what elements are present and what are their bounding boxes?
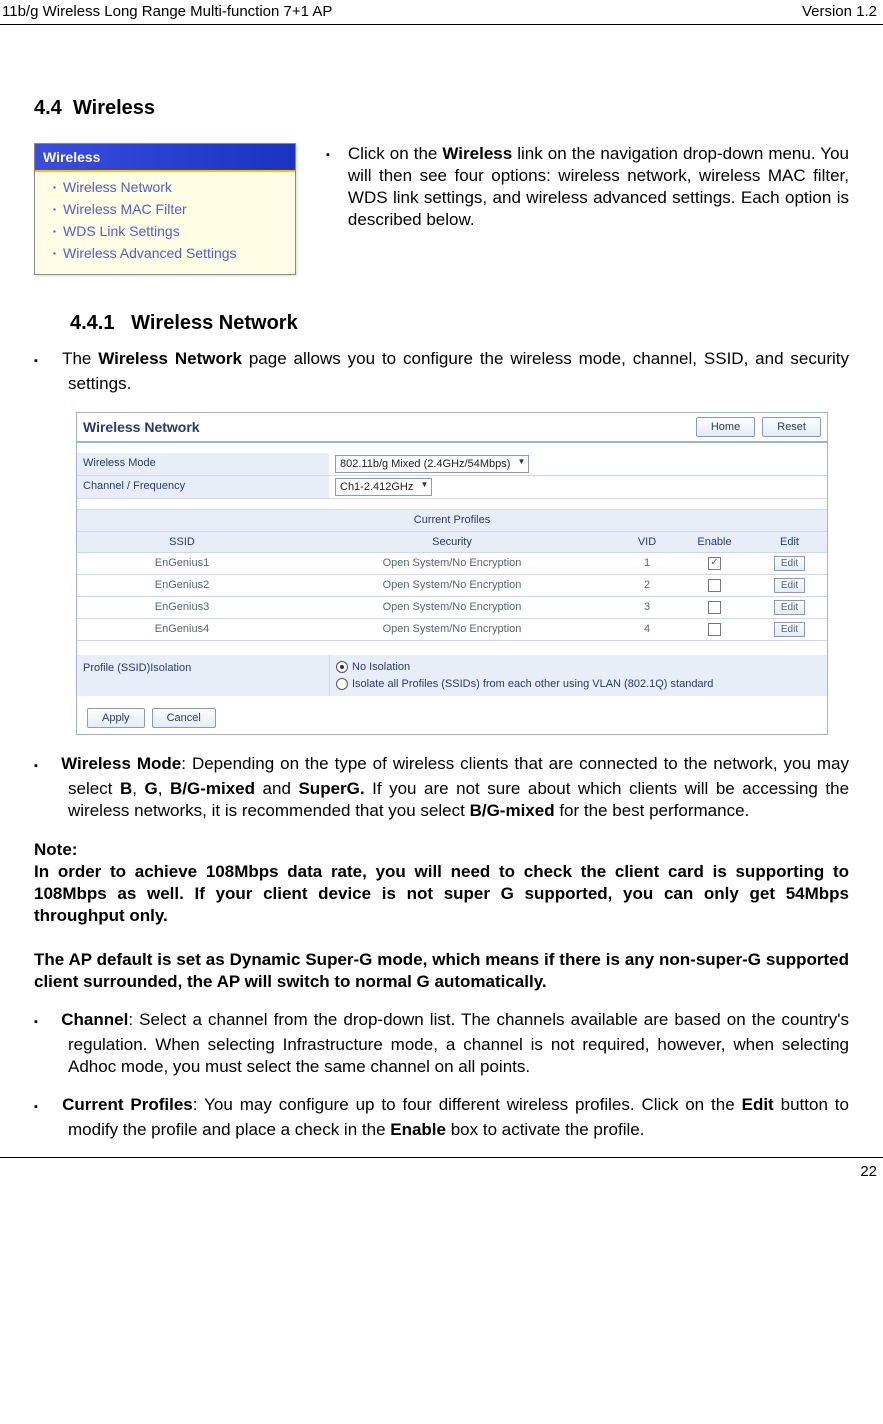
ssid-isolation-label: Profile (SSID)Isolation	[77, 655, 329, 696]
enable-checkbox[interactable]	[708, 601, 721, 614]
isolate-all-radio[interactable]	[336, 678, 348, 690]
note-label: Note:	[34, 839, 849, 861]
cp-t3: box to activate the profile.	[446, 1120, 644, 1139]
no-isolation-text: No Isolation	[352, 661, 410, 673]
table-row: EnGenius2 Open System/No Encryption 2 Ed…	[77, 575, 827, 597]
cell-vid: 3	[617, 597, 677, 619]
col-vid: VID	[617, 532, 677, 553]
table-row: EnGenius1 Open System/No Encryption 1 Ed…	[77, 553, 827, 575]
doc-version: Version 1.2	[802, 2, 877, 22]
edit-button[interactable]: Edit	[774, 556, 805, 571]
apply-button[interactable]: Apply	[87, 708, 145, 728]
subsection-title: Wireless Network	[131, 312, 298, 334]
channel-freq-select[interactable]: Ch1-2.412GHz	[335, 478, 432, 496]
intro-bold-wireless: Wireless	[442, 144, 512, 163]
isolate-all-text: Isolate all Profiles (SSIDs) from each o…	[352, 678, 713, 690]
wm-c1: ,	[132, 779, 144, 798]
subsection-number: 4.4.1	[70, 312, 114, 334]
nav-wds-link-settings[interactable]: WDS Link Settings	[53, 220, 295, 242]
nb-bold: Wireless Network	[98, 349, 242, 368]
wm-bg2: B/G-mixed	[470, 801, 555, 820]
wireless-mode-label: Wireless Mode	[77, 453, 329, 475]
wireless-nav-menu: Wireless Wireless Network Wireless MAC F…	[34, 143, 296, 276]
cell-ssid: EnGenius2	[77, 575, 287, 597]
wm-lead: Wireless Mode	[61, 754, 181, 773]
enable-checkbox[interactable]	[708, 557, 721, 570]
cp-enable: Enable	[390, 1120, 446, 1139]
wm-sg: SuperG.	[298, 779, 364, 798]
cell-ssid: EnGenius4	[77, 619, 287, 641]
col-edit: Edit	[752, 532, 827, 553]
cell-vid: 1	[617, 553, 677, 575]
wm-b: B	[120, 779, 132, 798]
doc-title-left: 11b/g Wireless Long Range Multi-function…	[2, 2, 332, 22]
channel-freq-label: Channel / Frequency	[77, 476, 329, 498]
section-title: Wireless	[73, 97, 155, 119]
wm-and: and	[255, 779, 298, 798]
nb-prefix: The	[62, 349, 98, 368]
cell-security: Open System/No Encryption	[287, 575, 617, 597]
cp-edit: Edit	[742, 1095, 774, 1114]
wireless-mode-paragraph: ▪Wireless Mode: Depending on the type of…	[34, 753, 849, 822]
subsection-heading: 4.4.1 Wireless Network	[70, 310, 849, 336]
panel-title: Wireless Network	[83, 418, 200, 436]
wm-t3: for the best performance.	[555, 801, 750, 820]
current-profiles-header: Current Profiles	[77, 509, 827, 531]
section-number: 4.4	[34, 97, 62, 119]
nav-wireless-network[interactable]: Wireless Network	[53, 176, 295, 198]
cancel-button[interactable]: Cancel	[152, 708, 216, 728]
wm-g: G	[145, 779, 158, 798]
edit-button[interactable]: Edit	[774, 622, 805, 637]
nav-wireless-advanced[interactable]: Wireless Advanced Settings	[53, 242, 295, 264]
section-heading: 4.4 Wireless	[34, 95, 849, 121]
channel-paragraph: ▪Channel: Select a channel from the drop…	[34, 1009, 849, 1078]
bullet-icon: ▪	[326, 143, 330, 167]
col-security: Security	[287, 532, 617, 553]
cp-lead: Current Profiles	[62, 1095, 193, 1114]
page-footer: 22	[0, 1157, 883, 1186]
current-profiles-paragraph: ▪Current Profiles: You may configure up …	[34, 1094, 849, 1141]
table-row: EnGenius4 Open System/No Encryption 4 Ed…	[77, 619, 827, 641]
cell-security: Open System/No Encryption	[287, 619, 617, 641]
intro-paragraph: Click on the Wireless link on the naviga…	[348, 143, 849, 231]
profiles-table: SSID Security VID Enable Edit EnGenius1 …	[77, 532, 827, 641]
nav-wireless-mac-filter[interactable]: Wireless MAC Filter	[53, 198, 295, 220]
edit-button[interactable]: Edit	[774, 578, 805, 593]
cell-ssid: EnGenius3	[77, 597, 287, 619]
cell-vid: 4	[617, 619, 677, 641]
enable-checkbox[interactable]	[708, 623, 721, 636]
note-body-2: The AP default is set as Dynamic Super-G…	[34, 949, 849, 993]
wm-c2: ,	[158, 779, 170, 798]
page-number: 22	[860, 1163, 877, 1180]
wireless-network-intro: ▪The Wireless Network page allows you to…	[34, 348, 849, 395]
wireless-network-screenshot: Wireless Network Home Reset Wireless Mod…	[76, 412, 828, 736]
wm-bg: B/G-mixed	[170, 779, 255, 798]
note-block: Note: In order to achieve 108Mbps data r…	[34, 839, 849, 994]
ch-text: : Select a channel from the drop-down li…	[68, 1010, 849, 1076]
table-row: EnGenius3 Open System/No Encryption 3 Ed…	[77, 597, 827, 619]
cell-security: Open System/No Encryption	[287, 597, 617, 619]
col-enable: Enable	[677, 532, 752, 553]
note-body-1: In order to achieve 108Mbps data rate, y…	[34, 861, 849, 927]
enable-checkbox[interactable]	[708, 579, 721, 592]
col-ssid: SSID	[77, 532, 287, 553]
cp-t1: : You may configure up to four different…	[193, 1095, 742, 1114]
wireless-mode-select[interactable]: 802.11b/g Mixed (2.4GHz/54Mbps)	[335, 455, 529, 473]
cell-ssid: EnGenius1	[77, 553, 287, 575]
edit-button[interactable]: Edit	[774, 600, 805, 615]
home-button[interactable]: Home	[696, 417, 755, 437]
wireless-nav-title: Wireless	[35, 144, 295, 172]
cell-security: Open System/No Encryption	[287, 553, 617, 575]
ch-lead: Channel	[61, 1010, 128, 1029]
doc-header: 11b/g Wireless Long Range Multi-function…	[0, 0, 883, 25]
reset-button[interactable]: Reset	[762, 417, 821, 437]
cell-vid: 2	[617, 575, 677, 597]
no-isolation-radio[interactable]	[336, 661, 348, 673]
